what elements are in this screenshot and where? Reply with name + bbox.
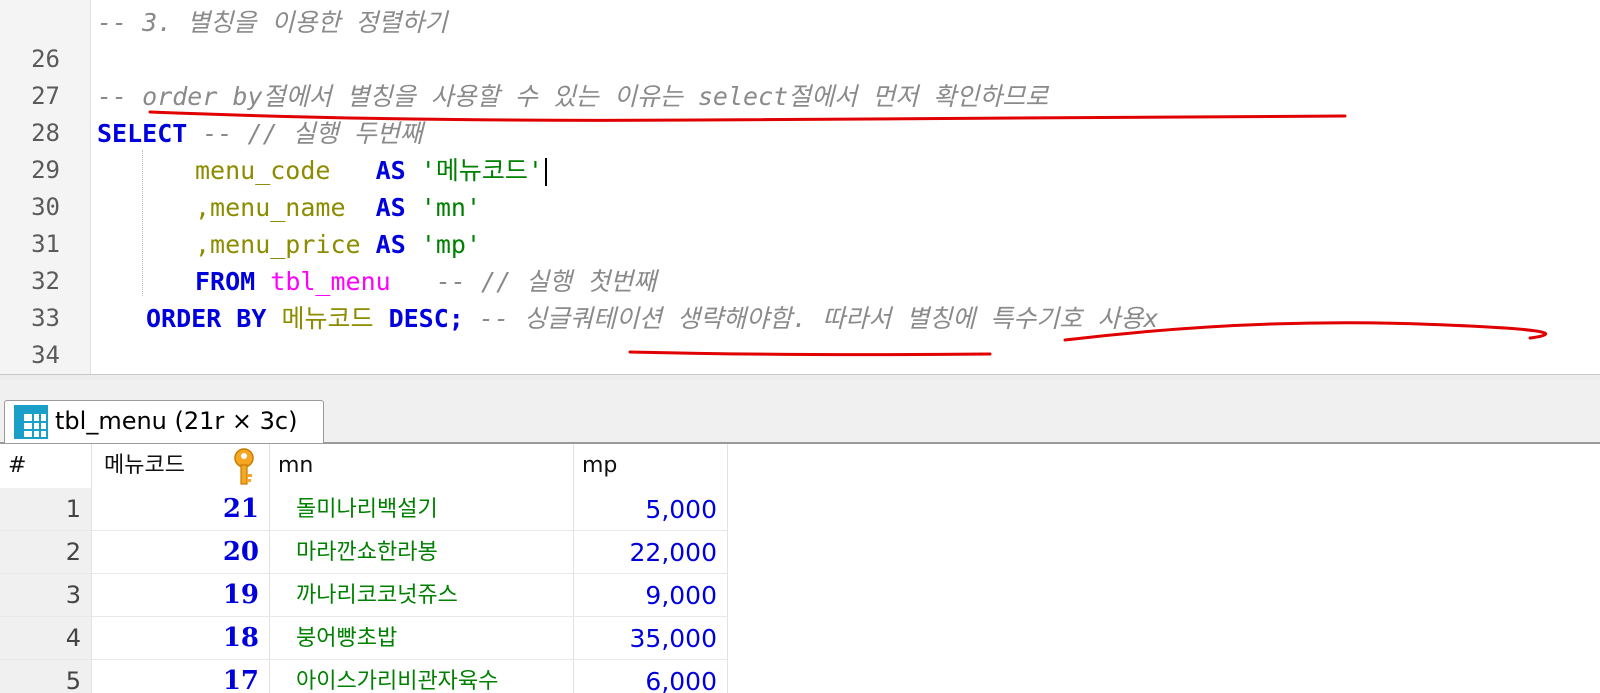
sql-comment: -- order by절에서 별칭을 사용할 수 있는 이유는 select절에… (97, 82, 1049, 111)
sql-keyword: AS (375, 230, 406, 259)
result-tab-bar: tbl_menu (21r × 3c) (0, 380, 1600, 444)
sql-string: 'mn' (420, 193, 482, 222)
sql-column: 메뉴코드 (281, 304, 374, 333)
sql-comment: -- // 실행 첫번째 (435, 267, 657, 296)
result-grid[interactable]: # 메뉴코드 mn mp 1 21 돌미나리백설기 5,000 2 20 마라깐… (0, 444, 1600, 693)
sql-comment: -- 3. 별칭을 이용한 정렬하기 (97, 8, 448, 37)
cell-menu-name[interactable]: 까나리코코넛쥬스 (270, 574, 574, 617)
row-number: 3 (0, 574, 92, 617)
sql-column: menu_code (195, 156, 331, 185)
cell-menu-price[interactable]: 22,000 (574, 531, 728, 574)
sql-column: ,menu_price (195, 230, 361, 259)
code-line[interactable]: 34 ORDER BY 메뉴코드 DESC; -- 싱글쿼테이션 생략해야함. … (0, 300, 1600, 369)
column-header-label: mp (582, 453, 618, 478)
column-header-mp[interactable]: mp (574, 444, 728, 488)
cell-menu-name[interactable]: 마라깐쇼한라봉 (270, 531, 574, 574)
code-line[interactable]: 28 -- order by절에서 별칭을 사용할 수 있는 이유는 selec… (0, 78, 1600, 147)
table-icon (14, 405, 48, 439)
table-row[interactable]: 1 21 돌미나리백설기 5,000 (0, 488, 740, 531)
cell-menu-code[interactable]: 20 (92, 531, 270, 574)
code-line[interactable]: 32 ,menu_price AS 'mp' (0, 226, 1600, 295)
row-number: 2 (0, 531, 92, 574)
cell-menu-price[interactable]: 5,000 (574, 488, 728, 531)
text-cursor (544, 158, 547, 186)
code-line[interactable]: 26 -- 3. 별칭을 이용한 정렬하기 (0, 4, 1600, 73)
sql-comment: -- 싱글쿼테이션 생략해야함. 따라서 별칭에 특수기호 사용x (478, 304, 1159, 333)
column-header-label: # (8, 453, 27, 478)
cell-menu-price[interactable]: 35,000 (574, 617, 728, 660)
tab-label: tbl_menu (21r × 3c) (55, 407, 298, 435)
table-row[interactable]: 3 19 까나리코코넛쥬스 9,000 (0, 574, 740, 617)
row-number: 1 (0, 488, 92, 531)
column-header-label: mn (278, 453, 314, 478)
sql-keyword: SELECT (97, 119, 188, 148)
cell-menu-name[interactable]: 아이스가리비관자육수 (270, 660, 574, 693)
code-line[interactable]: 30 menu_code AS '메뉴코드' (0, 152, 1600, 221)
sql-string: '메뉴코드' (420, 156, 543, 185)
sql-editor[interactable]: 26 -- 3. 별칭을 이용한 정렬하기 27 28 -- order by절… (0, 0, 1600, 374)
cell-menu-code[interactable]: 19 (92, 574, 270, 617)
table-row[interactable]: 4 18 붕어빵초밥 35,000 (0, 617, 740, 660)
cell-menu-price[interactable]: 6,000 (574, 660, 728, 693)
cell-menu-name[interactable]: 붕어빵초밥 (270, 617, 574, 660)
cell-menu-price[interactable]: 9,000 (574, 574, 728, 617)
cell-menu-code[interactable]: 21 (92, 488, 270, 531)
sql-keyword: AS (375, 156, 406, 185)
column-header-menu-code[interactable]: 메뉴코드 (92, 444, 270, 488)
cell-menu-code[interactable]: 17 (92, 660, 270, 693)
row-number: 5 (0, 660, 92, 693)
column-header-mn[interactable]: mn (270, 444, 574, 488)
sql-comment: -- // 실행 두번째 (187, 119, 423, 148)
sql-column: ,menu_name (195, 193, 346, 222)
code-line[interactable]: 27 (0, 41, 1600, 110)
code-line[interactable]: 29 SELECT -- // 실행 두번째 (0, 115, 1600, 184)
column-header-label: 메뉴코드 (104, 453, 185, 478)
cell-menu-code[interactable]: 18 (92, 617, 270, 660)
cell-menu-name[interactable]: 돌미나리백설기 (270, 488, 574, 531)
primary-key-icon (234, 448, 254, 485)
sql-keyword: AS (375, 193, 406, 222)
column-header-row-number[interactable]: # (0, 444, 92, 488)
sql-string: 'mp' (420, 230, 482, 259)
sql-keyword: ORDER BY (146, 304, 267, 333)
sql-keyword: DESC; (388, 304, 464, 333)
table-row[interactable]: 5 17 아이스가리비관자육수 6,000 (0, 660, 740, 693)
code-line[interactable]: 33 FROM tbl_menu -- // 실행 첫번째 (0, 263, 1600, 332)
sql-keyword: FROM (195, 267, 256, 296)
row-number: 4 (0, 617, 92, 660)
table-row[interactable]: 2 20 마라깐쇼한라봉 22,000 (0, 531, 740, 574)
code-line[interactable]: 31 ,menu_name AS 'mn' (0, 189, 1600, 258)
tab-tbl-menu[interactable]: tbl_menu (21r × 3c) (4, 400, 324, 443)
sql-table-name: tbl_menu (270, 267, 391, 296)
code-line[interactable]: 35 (0, 337, 1600, 374)
